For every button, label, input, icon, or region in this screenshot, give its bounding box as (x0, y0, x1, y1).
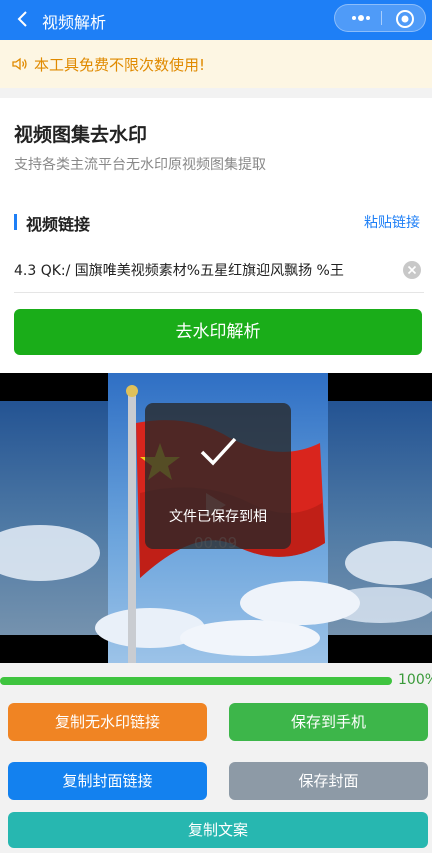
progress-bar (0, 677, 392, 685)
copy-cover-link-button[interactable]: 复制封面链接 (8, 762, 207, 800)
page-title: 视频解析 (42, 13, 107, 32)
video-url-input[interactable] (14, 258, 370, 282)
paste-link-button[interactable]: 粘贴链接 (364, 212, 420, 232)
save-toast: 文件已保存到相 (145, 403, 291, 549)
section-accent-bar (14, 214, 17, 230)
speaker-icon (12, 57, 27, 71)
check-icon (200, 437, 237, 466)
notice-text: 本工具免费不限次数使用! (34, 56, 206, 74)
video-player[interactable]: 00:09 文件已保存到相 (0, 373, 432, 663)
more-icon[interactable] (345, 5, 377, 31)
clear-input-icon[interactable] (403, 261, 421, 279)
copy-caption-button[interactable]: 复制文案 (8, 812, 428, 848)
section-label: 视频链接 (26, 215, 91, 234)
save-cover-button[interactable]: 保存封面 (229, 762, 428, 800)
nav-bar: 视频解析 (0, 0, 432, 40)
card-subtitle: 支持各类主流平台无水印原视频图集提取 (14, 157, 266, 173)
mini-program-capsule (334, 4, 426, 32)
back-arrow-icon[interactable] (12, 8, 34, 30)
capsule-divider (381, 11, 382, 25)
save-to-phone-button[interactable]: 保存到手机 (229, 703, 428, 741)
input-divider (14, 292, 424, 293)
close-target-icon[interactable] (395, 9, 415, 29)
notice-bar: 本工具免费不限次数使用! (0, 40, 432, 88)
card-title: 视频图集去水印 (14, 124, 148, 146)
progress-percent: 100% (398, 672, 432, 688)
copy-watermark-free-link-button[interactable]: 复制无水印链接 (8, 703, 207, 741)
parse-card: 视频图集去水印 支持各类主流平台无水印原视频图集提取 视频链接 粘贴链接 去水印… (0, 98, 432, 373)
progress-fill (0, 677, 392, 685)
remove-watermark-button[interactable]: 去水印解析 (14, 309, 422, 355)
toast-message: 文件已保存到相 (169, 509, 267, 525)
